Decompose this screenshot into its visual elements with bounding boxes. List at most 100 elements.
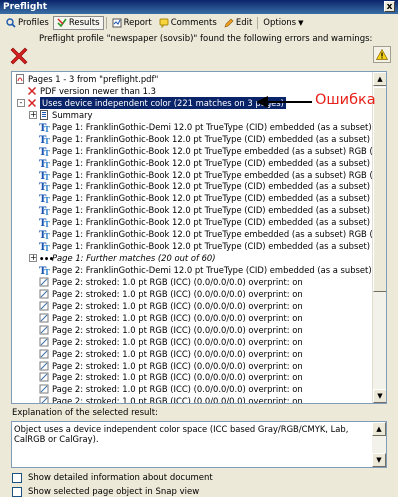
tree-row[interactable]: Page 2: stroked: 1.0 pt RGB (ICC) (0.0/0… xyxy=(12,360,372,372)
vertical-scrollbar[interactable]: ▲ ▼ xyxy=(372,72,386,403)
tree-row[interactable]: T T Page 1: FranklinGothic-Book 12.0 pt Tr… xyxy=(12,216,386,229)
tree-row-label: Page 1: FranklinGothic-Book 12.0 pt True… xyxy=(52,241,387,252)
scrollbar-thumb[interactable] xyxy=(373,87,386,292)
tree-row-label: Page 1: FranklinGothic-Book 12.0 pt True… xyxy=(52,169,387,180)
tab-comments[interactable]: Comments xyxy=(156,16,220,30)
tree-row[interactable]: T T Page 1: FranklinGothic-Book 12.0 pt Tr… xyxy=(12,240,386,253)
svg-text:T: T xyxy=(44,219,50,227)
tree-row-label: Page 1: FranklinGothic-Book 12.0 pt True… xyxy=(52,193,387,204)
tree-row[interactable]: Page 2: stroked: 1.0 pt RGB (ICC) (0.0/0… xyxy=(12,371,372,383)
tree-row[interactable]: Page 2: stroked: 1.0 pt RGB (ICC) (0.0/0… xyxy=(12,324,372,336)
tree-row[interactable]: T T Page 1: FranklinGothic-Demi 12.0 pt Tr… xyxy=(12,121,386,134)
tab-report[interactable]: Report xyxy=(109,16,155,30)
tree-row[interactable]: T T Page 1: FranklinGothic-Book 12.0 pt Tr… xyxy=(12,204,386,217)
scroll-down-icon[interactable]: ▼ xyxy=(373,389,386,403)
tree-row[interactable]: Page 2: stroked: 1.0 pt RGB (ICC) (0.0/0… xyxy=(12,288,372,300)
explanation-scrollbar[interactable]: ▲ ▼ xyxy=(372,422,386,467)
tree-row-label: Page 2: stroked: 1.0 pt RGB (ICC) (0.0/0… xyxy=(52,336,303,347)
tree-rows: Pages 1 - 3 from "preflight.pdf" PDF vers… xyxy=(12,73,386,404)
option-snap-view[interactable]: Show selected page object in Snap view xyxy=(12,487,199,497)
tree-row[interactable]: Page 2: stroked: 1.0 pt RGB (ICC) (0.0/0… xyxy=(12,348,372,360)
window-title-bar: Preflight x xyxy=(0,0,398,14)
scroll-up-icon[interactable]: ▲ xyxy=(372,422,386,436)
svg-text:T: T xyxy=(44,243,50,251)
header-message: Preflight profile "newspaper (sovsib)" f… xyxy=(39,34,373,44)
snap-view-checkbox[interactable] xyxy=(12,487,22,497)
explanation-label: Explanation of the selected result: xyxy=(12,408,158,418)
expand-icon[interactable]: + xyxy=(29,254,37,263)
tree-row[interactable]: T T Page 1: FranklinGothic-Book 12.0 pt Tr… xyxy=(12,169,386,182)
tree-row-label: Page 2: stroked: 1.0 pt RGB (ICC) (0.0/0… xyxy=(52,312,303,323)
tree-row[interactable]: Page 2: stroked: 1.0 pt RGB (ICC) (0.0/0… xyxy=(12,312,372,324)
tree-row[interactable]: Page 2: stroked: 1.0 pt RGB (ICC) (0.0/0… xyxy=(12,383,372,395)
tree-row[interactable]: T T Page 1: FranklinGothic-Book 12.0 pt Tr… xyxy=(12,133,386,146)
tree-row[interactable]: Page 2: stroked: 1.0 pt RGB (ICC) (0.0/0… xyxy=(12,395,372,404)
svg-text:T: T xyxy=(44,195,50,203)
tree-row-label: Page 1: FranklinGothic-Book 12.0 pt True… xyxy=(52,133,387,144)
tree-row[interactable]: Page 2: stroked: 1.0 pt RGB (ICC) (0.0/0… xyxy=(12,336,372,348)
edit-icon xyxy=(224,18,234,27)
tree-row-label: Page 2: stroked: 1.0 pt RGB (ICC) (0.0/0… xyxy=(52,324,303,335)
tree-row[interactable]: T T Page 1: FranklinGothic-Book 12.0 pt Tr… xyxy=(12,157,386,170)
svg-text:T: T xyxy=(44,160,50,168)
tab-results[interactable]: Results xyxy=(52,15,104,30)
tree-row-label: Page 2: stroked: 1.0 pt RGB (ICC) (0.0/0… xyxy=(52,384,303,395)
svg-text:T: T xyxy=(44,136,50,144)
result-header: Preflight profile "newspaper (sovsib)" f… xyxy=(0,31,398,71)
tab-profiles[interactable]: Profiles xyxy=(3,16,52,30)
tree-row[interactable]: Pages 1 - 3 from "preflight.pdf" xyxy=(12,73,372,85)
tree-row[interactable]: + ••• Page 1: Further matches (20 out of 6… xyxy=(12,252,372,264)
detailed-info-checkbox[interactable] xyxy=(12,473,22,483)
svg-text:T: T xyxy=(44,124,50,132)
tree-row-label: Page 2: stroked: 1.0 pt RGB (ICC) (0.0/0… xyxy=(52,396,303,404)
tree-row[interactable]: Page 2: stroked: 1.0 pt RGB (ICC) (0.0/0… xyxy=(12,276,372,288)
tree-row-label: Page 2: FranklinGothic-Demi 12.0 pt True… xyxy=(52,265,387,275)
tree-row-label: Page 1: FranklinGothic-Book 12.0 pt True… xyxy=(52,145,387,156)
results-tree[interactable]: Pages 1 - 3 from "preflight.pdf" PDF vers… xyxy=(11,71,387,404)
tree-row-label: Page 1: FranklinGothic-Demi 12.0 pt True… xyxy=(52,121,387,132)
close-button[interactable]: x xyxy=(384,1,395,12)
svg-text:T: T xyxy=(44,183,50,191)
stroke-icon xyxy=(39,396,50,403)
report-icon xyxy=(112,18,122,27)
profiles-icon xyxy=(6,17,16,28)
tree-row-label: Page 1: FranklinGothic-Book 12.0 pt True… xyxy=(52,181,387,192)
tree-row[interactable]: T T Page 1: FranklinGothic-Book 12.0 pt Tr… xyxy=(12,180,386,193)
tree-row-label: Uses device independent color (221 match… xyxy=(40,96,286,109)
tree-row[interactable]: T T Page 1: FranklinGothic-Book 12.0 pt Tr… xyxy=(12,192,386,205)
tree-row[interactable]: + Summary xyxy=(12,109,372,121)
option-detailed-info[interactable]: Show detailed information about document xyxy=(12,473,213,483)
annotation-arrow-icon xyxy=(256,96,312,108)
tree-row[interactable]: T T Page 2: FranklinGothic-Demi 12.0 pt Tr… xyxy=(12,264,386,277)
tree-row-label: Page 1: FranklinGothic-Book 12.0 pt True… xyxy=(52,205,387,216)
tree-row-label: Page 2: stroked: 1.0 pt RGB (ICC) (0.0/0… xyxy=(52,372,303,383)
svg-text:T: T xyxy=(44,231,50,239)
tree-row[interactable]: T T Page 1: FranklinGothic-Book 12.0 pt Tr… xyxy=(12,145,386,158)
scroll-down-icon[interactable]: ▼ xyxy=(372,453,386,467)
results-icon xyxy=(57,18,67,27)
scroll-up-icon[interactable]: ▲ xyxy=(373,72,386,86)
collapse-icon[interactable]: - xyxy=(17,98,25,107)
tree-row-label: PDF version newer than 1.3 xyxy=(40,85,156,96)
window-title: Preflight xyxy=(3,2,48,12)
svg-text:T: T xyxy=(44,207,50,215)
comments-icon xyxy=(159,18,169,28)
tree-row-label: Page 1: FranklinGothic-Book 12.0 pt True… xyxy=(52,157,387,168)
tree-row[interactable]: T T Page 1: FranklinGothic-Book 12.0 pt Tr… xyxy=(12,228,386,241)
annotation-label: Ошибка xyxy=(315,92,376,108)
tree-row-label: Page 1: FranklinGothic-Book 12.0 pt True… xyxy=(52,217,387,228)
warning-button[interactable] xyxy=(373,46,391,63)
error-x-icon xyxy=(10,47,28,65)
explanation-box: Object uses a device independent color s… xyxy=(11,421,387,468)
explanation-text: Object uses a device independent color s… xyxy=(14,424,349,444)
toolbar: Profiles Results Report Comments Edit Op… xyxy=(0,15,398,30)
svg-text:T: T xyxy=(44,267,50,275)
tree-row[interactable]: Page 2: stroked: 1.0 pt RGB (ICC) (0.0/0… xyxy=(12,300,372,312)
options-menu[interactable]: Options ▼ xyxy=(260,16,306,30)
tree-row-label: Summary xyxy=(52,109,93,120)
svg-text:T: T xyxy=(44,172,50,180)
tab-edit[interactable]: Edit xyxy=(221,16,255,30)
expand-icon[interactable]: + xyxy=(29,110,37,119)
warning-triangle-icon xyxy=(376,49,388,60)
tree-row-label: Page 2: stroked: 1.0 pt RGB (ICC) (0.0/0… xyxy=(52,360,303,371)
